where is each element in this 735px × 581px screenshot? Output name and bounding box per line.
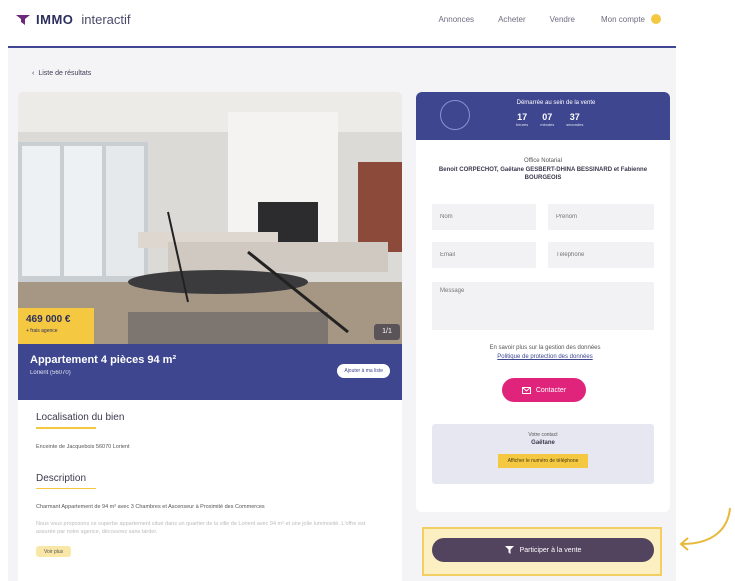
phone-box-label: Votre contact [528,432,558,438]
phone-box-name: Gaëtane [531,440,555,446]
photo-counter: 1/1 [374,324,400,340]
email-field[interactable] [432,242,536,268]
listing-photo[interactable] [18,92,402,344]
firstname-field[interactable] [548,204,654,230]
section-underline [36,487,96,490]
office-names: Benoit CORPECHOT, Gaëtane GESBERT-DHINA … [438,167,648,182]
account-label: Mon compte [600,14,645,24]
phone-field[interactable] [548,242,654,268]
logo-mark-icon [16,14,30,25]
nav-item-annonces[interactable]: Annonces [438,15,474,24]
logo-brand: IMMO [36,12,74,27]
nav-item-acheter[interactable]: Acheter [498,15,526,24]
notary-seal-icon [440,100,470,130]
contact-button-label: Contacter [535,386,567,394]
logo-subtitle: interactif [81,12,131,27]
consent-notice: En savoir plus sur la gestion des donnée… [440,344,650,362]
back-link-label: Liste de résultats [38,70,92,77]
countdown-seconds-value: 37 [569,112,580,122]
message-field[interactable] [432,282,654,330]
countdown-minutes-unit: minutes [540,122,555,127]
countdown-hours: 17 heures [516,112,528,127]
cta-highlight: Participer à la vente [422,527,662,576]
participate-button-label: Participer à la vente [519,546,582,554]
main-nav: Annonces Acheter Vendre [438,15,575,24]
section-underline [36,427,96,429]
countdown: 17 heures 07 minutes 37 secondes [516,112,583,127]
location-section-title: Localisation du bien [36,412,125,423]
envelope-icon [521,386,531,394]
description-text: Charmant Appartement de 94 m² avec 3 Cha… [36,504,265,511]
participate-button[interactable]: Participer à la vente [432,538,654,562]
countdown-minutes-value: 07 [542,112,553,122]
listing-location: Lorient (56070) [30,370,71,376]
consent-text: En savoir plus sur la gestion des donnée… [489,345,601,351]
listing-info: Localisation du bien Enceinte de Jacqueb… [18,400,402,581]
office-label: Office Notarial [524,158,562,164]
countdown-seconds-unit: secondes [566,122,584,127]
account-menu[interactable]: Mon compte [601,14,661,24]
lastname-field[interactable] [432,204,536,230]
back-link[interactable]: ‹ Liste de résultats [32,70,91,77]
add-to-list-button[interactable]: Ajouter à ma liste [337,364,390,378]
timer-band: Démarrée au sein de la vente 17 heures 0… [416,92,670,140]
price-tag: 469 000 € + frais agence [18,308,94,344]
account-avatar-icon [651,14,661,24]
filter-funnel-icon [504,546,514,554]
show-phone-button[interactable]: Afficher le numéro de téléphone [497,454,589,468]
description-text-faded: Nous vous proposons ce superbe apparteme… [36,520,366,535]
listing-title: Appartement 4 pièces 94 m² [30,354,177,366]
price: 469 000 € [26,314,71,325]
chevron-left-icon: ‹ [32,70,35,77]
timer-label: Démarrée au sein de la vente [516,100,596,106]
nav-item-vendre[interactable]: Vendre [550,15,575,24]
countdown-seconds: 37 secondes [566,112,583,127]
countdown-minutes: 07 minutes [540,112,554,127]
top-bar: IMMO interactif Annonces Acheter Vendre … [0,0,735,46]
page-body: ‹ Liste de résultats 469 000 € + frais a… [8,48,676,581]
description-section-title: Description [36,472,87,484]
contact-button[interactable]: Contacter [502,378,586,402]
phone-contact-box: Votre contact Gaëtane Afficher le numéro… [432,424,654,484]
location-text: Enceinte de Jacquebois 56070 Lorient [36,443,130,450]
see-more-button[interactable]: Voir plus [36,546,72,557]
countdown-hours-value: 17 [517,112,528,122]
privacy-policy-link[interactable]: Politique de protection des données [497,354,592,360]
contact-card: Démarrée au sein de la vente 17 heures 0… [416,92,670,512]
listing-title-band: Appartement 4 pièces 94 m² Lorient (5607… [18,344,402,400]
price-note: + frais agence [26,328,58,334]
logo[interactable]: IMMO interactif [16,12,131,27]
living-room-photo [18,92,402,344]
countdown-hours-unit: heures [516,122,529,127]
pointer-arrow-icon [679,507,731,551]
